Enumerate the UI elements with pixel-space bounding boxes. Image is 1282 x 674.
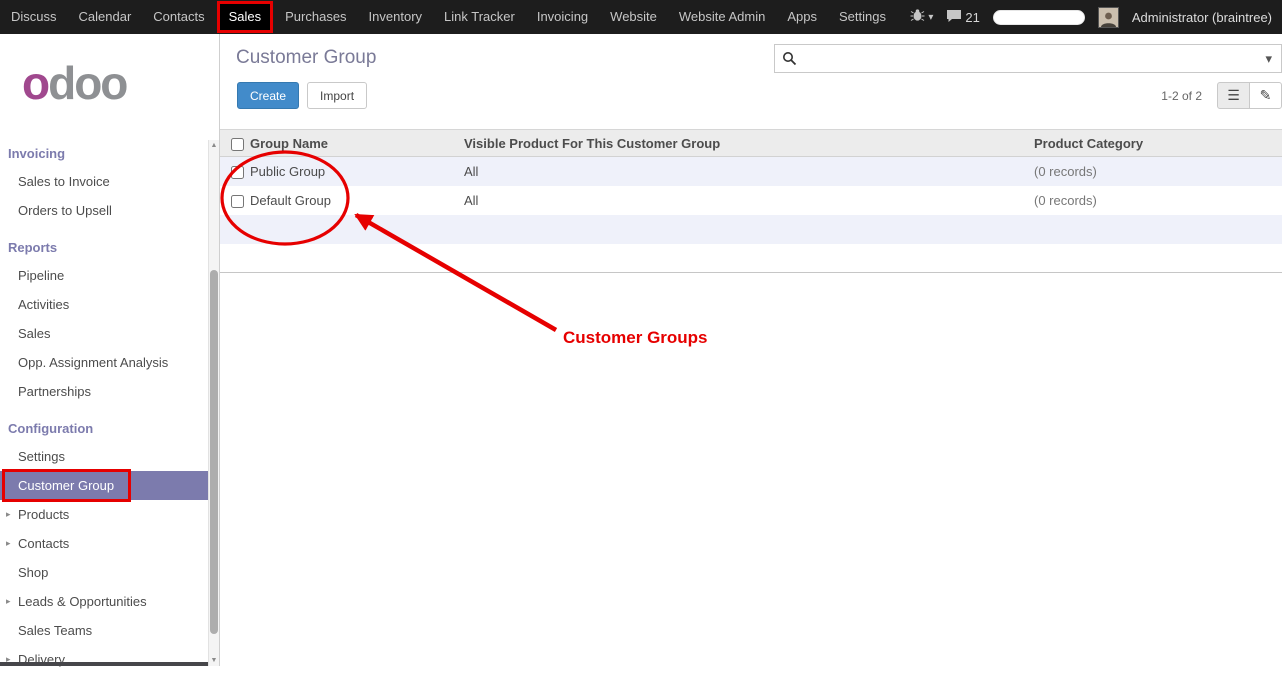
logo-letter: o xyxy=(22,57,48,109)
sidebar-item-customer-group[interactable]: Customer Group xyxy=(0,471,208,500)
table-row[interactable]: Default Group All (0 records) xyxy=(220,186,1282,215)
header-checkbox-cell xyxy=(220,130,244,157)
nav-link-tracker[interactable]: Link Tracker xyxy=(433,0,526,34)
nav-apps[interactable]: Apps xyxy=(776,0,828,34)
sidebar-item-opp-assignment-analysis[interactable]: Opp. Assignment Analysis xyxy=(0,348,208,377)
cell-visible-product: All xyxy=(458,186,1028,215)
search-bar: ▾ xyxy=(774,44,1282,73)
create-button[interactable]: Create xyxy=(237,82,299,109)
nav-contacts[interactable]: Contacts xyxy=(142,0,215,34)
nav-discuss[interactable]: Discuss xyxy=(0,0,68,34)
sidebar-item-pipeline[interactable]: Pipeline xyxy=(0,261,208,290)
chat-bubble-icon xyxy=(946,9,962,26)
sidebar-scrollbar: ▲ ▼ xyxy=(208,140,219,666)
sidebar-item-sales[interactable]: Sales xyxy=(0,319,208,348)
sidebar-item-products[interactable]: ▸ Products xyxy=(0,500,208,529)
expand-arrow-icon: ▸ xyxy=(6,538,11,549)
column-product-category[interactable]: Product Category xyxy=(1028,130,1282,157)
nav-settings[interactable]: Settings xyxy=(828,0,897,34)
nav-calendar[interactable]: Calendar xyxy=(68,0,143,34)
pager[interactable]: 1-2 of 2 xyxy=(1161,89,1202,103)
progress-pill xyxy=(993,10,1085,25)
debug-menu[interactable]: ▾ xyxy=(910,9,933,25)
user-menu[interactable]: Administrator (braintree) xyxy=(1132,10,1272,25)
nav-sales[interactable]: Sales xyxy=(217,1,274,33)
scroll-up-icon[interactable]: ▲ xyxy=(209,142,219,149)
section-configuration: Configuration Settings Customer Group ▸ P… xyxy=(0,412,208,674)
section-title: Reports xyxy=(0,231,208,261)
cell-visible-product: All xyxy=(458,157,1028,186)
sidebar-nav: Invoicing Sales to Invoice Orders to Ups… xyxy=(0,137,208,674)
bug-icon xyxy=(910,9,925,25)
page-title: Customer Group xyxy=(236,47,376,69)
systray: ▾ 21 Administrator (braintree) xyxy=(910,7,1282,28)
column-group-name[interactable]: Group Name xyxy=(244,130,458,157)
section-title: Configuration xyxy=(0,412,208,442)
row-checkbox[interactable] xyxy=(231,166,244,179)
row-checkbox[interactable] xyxy=(231,195,244,208)
table-header-row: Group Name Visible Product For This Cust… xyxy=(220,130,1282,157)
top-navbar: Discuss Calendar Contacts Sales Purchase… xyxy=(0,0,1282,34)
table-row-empty xyxy=(220,244,1282,273)
search-dropdown-icon[interactable]: ▾ xyxy=(1256,51,1281,67)
sidebar-item-activities[interactable]: Activities xyxy=(0,290,208,319)
odoo-logo: odoo xyxy=(0,34,219,109)
sidebar-item-partnerships[interactable]: Partnerships xyxy=(0,377,208,406)
view-switcher: ☰ ✎ xyxy=(1217,82,1282,109)
sidebar-item-settings[interactable]: Settings xyxy=(0,442,208,471)
list-view-button[interactable]: ☰ xyxy=(1217,82,1250,109)
sidebar-item-shop[interactable]: Shop xyxy=(0,558,208,587)
cell-group-name: Public Group xyxy=(244,157,458,186)
control-panel-buttons: Create Import xyxy=(237,82,367,109)
main-content: Customer Group ▾ Create Import 1-2 of 2 … xyxy=(219,34,1282,666)
scrollbar-thumb[interactable] xyxy=(210,270,218,634)
messages-count: 21 xyxy=(965,10,979,25)
expand-arrow-icon: ▸ xyxy=(6,509,11,520)
nav-inventory[interactable]: Inventory xyxy=(358,0,433,34)
select-all-checkbox[interactable] xyxy=(231,138,244,151)
sidebar-item-orders-to-upsell[interactable]: Orders to Upsell xyxy=(0,196,208,225)
sidebar-item-leads-opportunities[interactable]: ▸ Leads & Opportunities xyxy=(0,587,208,616)
nav-website-admin[interactable]: Website Admin xyxy=(668,0,776,34)
nav-website[interactable]: Website xyxy=(599,0,668,34)
sidebar-item-label: Customer Group xyxy=(18,478,114,493)
sidebar-item-label: Products xyxy=(18,507,69,522)
section-title: Invoicing xyxy=(0,137,208,167)
import-button[interactable]: Import xyxy=(307,82,367,109)
customer-group-table: Group Name Visible Product For This Cust… xyxy=(220,129,1282,273)
list-view-icon: ☰ xyxy=(1227,87,1240,104)
chevron-down-icon: ▾ xyxy=(928,12,933,23)
scroll-down-icon[interactable]: ▼ xyxy=(209,657,219,664)
sidebar-item-sales-teams[interactable]: Sales Teams xyxy=(0,616,208,645)
row-checkbox-cell xyxy=(220,186,244,215)
sidebar-item-sales-to-invoice[interactable]: Sales to Invoice xyxy=(0,167,208,196)
nav-invoicing[interactable]: Invoicing xyxy=(526,0,599,34)
avatar[interactable] xyxy=(1098,7,1119,28)
sidebar-item-label: Leads & Opportunities xyxy=(18,594,147,609)
sidebar-item-label: Contacts xyxy=(18,536,69,551)
search-input[interactable] xyxy=(797,46,1256,71)
expand-arrow-icon: ▸ xyxy=(6,596,11,607)
cell-group-name: Default Group xyxy=(244,186,458,215)
nav-purchases[interactable]: Purchases xyxy=(274,0,357,34)
edit-icon: ✎ xyxy=(1260,87,1272,104)
section-reports: Reports Pipeline Activities Sales Opp. A… xyxy=(0,231,208,406)
sidebar-item-contacts[interactable]: ▸ Contacts xyxy=(0,529,208,558)
logo-rest: doo xyxy=(48,57,126,109)
cell-product-category: (0 records) xyxy=(1028,157,1282,186)
messages-indicator[interactable]: 21 xyxy=(946,9,979,26)
window-edge xyxy=(0,662,208,666)
column-visible-product[interactable]: Visible Product For This Customer Group xyxy=(458,130,1028,157)
section-invoicing: Invoicing Sales to Invoice Orders to Ups… xyxy=(0,137,208,225)
cell-product-category: (0 records) xyxy=(1028,186,1282,215)
sidebar: odoo Invoicing Sales to Invoice Orders t… xyxy=(0,34,219,666)
table-row-empty xyxy=(220,215,1282,244)
table-row[interactable]: Public Group All (0 records) xyxy=(220,157,1282,186)
search-icon xyxy=(782,51,797,66)
form-view-button[interactable]: ✎ xyxy=(1249,82,1282,109)
sidebar-item-delivery[interactable]: ▸Delivery xyxy=(0,645,208,674)
list-view: Group Name Visible Product For This Cust… xyxy=(220,129,1282,273)
row-checkbox-cell xyxy=(220,157,244,186)
